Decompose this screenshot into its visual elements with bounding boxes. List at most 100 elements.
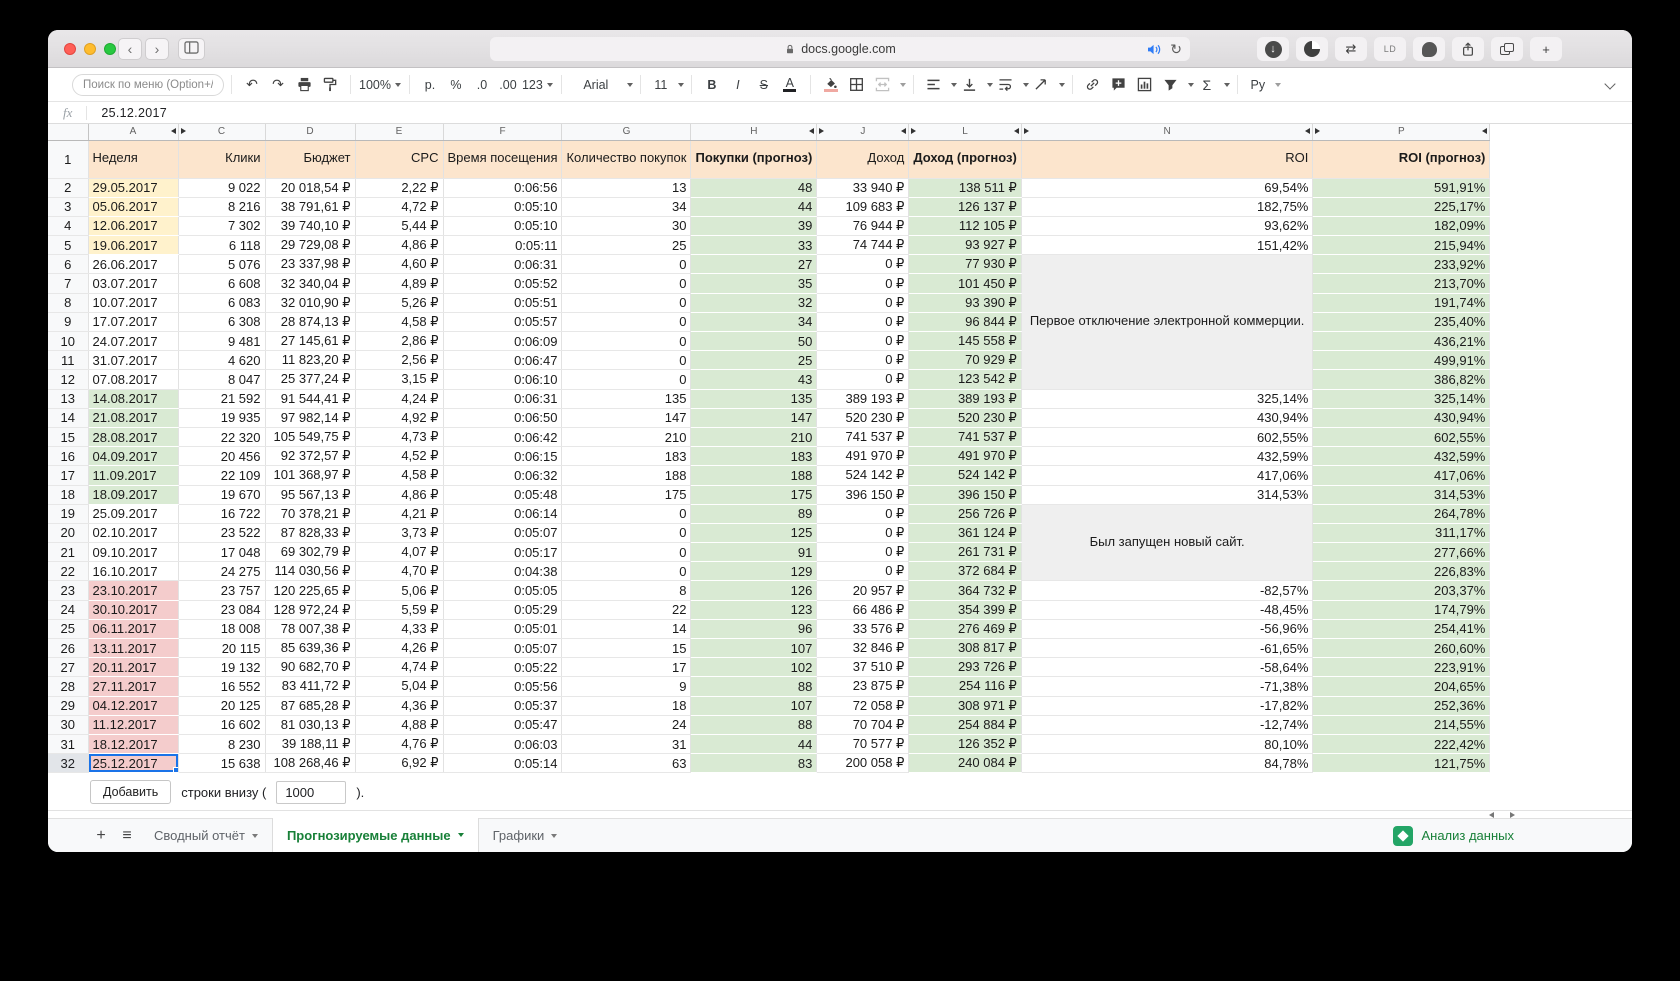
font-size-caret[interactable] (677, 82, 684, 87)
merge-cells-button[interactable] (871, 73, 895, 97)
purchases-forecast-cell[interactable]: 32 (690, 293, 818, 313)
purchases-cell[interactable]: 175 (561, 485, 692, 505)
row-header-31[interactable]: 31 (48, 734, 89, 755)
budget-cell[interactable]: 87 685,28 ₽ (265, 696, 356, 716)
cpc-cell[interactable]: 5,06 ₽ (355, 580, 444, 601)
roi-forecast-cell[interactable]: 602,55% (1312, 427, 1491, 448)
row-header-17[interactable]: 17 (48, 465, 89, 486)
row-header-26[interactable]: 26 (48, 638, 89, 659)
date-cell[interactable]: 23.10.2017 (88, 580, 179, 601)
filter-button[interactable] (1159, 73, 1183, 97)
visit-time-cell[interactable]: 0:05:10 (443, 197, 563, 217)
visit-time-cell[interactable]: 0:05:56 (443, 676, 563, 697)
hidden-column-expand-icon[interactable] (1315, 128, 1321, 135)
scroll-left-icon[interactable] (1489, 812, 1494, 818)
browser-pie-extension-button[interactable] (1296, 37, 1328, 61)
column-header-L[interactable]: L (908, 124, 1022, 141)
row-header-7[interactable]: 7 (48, 273, 89, 294)
purchases-cell[interactable]: 14 (561, 619, 692, 640)
revenue-forecast-cell[interactable]: 361 124 ₽ (908, 523, 1022, 544)
date-cell[interactable]: 29.05.2017 (88, 178, 179, 198)
date-cell[interactable]: 27.11.2017 (88, 676, 179, 697)
vertical-align-button[interactable] (958, 73, 982, 97)
revenue-cell[interactable]: 0 ₽ (816, 273, 910, 294)
roi-forecast-cell[interactable]: 264,78% (1312, 504, 1491, 524)
budget-cell[interactable]: 120 225,65 ₽ (265, 580, 356, 601)
clicks-cell[interactable]: 15 638 (178, 753, 266, 774)
roi-cell[interactable]: 314,53% (1021, 485, 1314, 505)
row-header-16[interactable]: 16 (48, 446, 89, 467)
date-cell[interactable]: 13.11.2017 (88, 638, 179, 659)
revenue-cell[interactable]: 76 944 ₽ (816, 216, 910, 237)
budget-cell[interactable]: 91 544,41 ₽ (265, 389, 356, 409)
purchases-forecast-cell[interactable]: 39 (690, 216, 818, 237)
sidebar-toggle-button[interactable] (178, 38, 205, 60)
header-cell-1[interactable]: Неделя (88, 140, 179, 179)
purchases-cell[interactable]: 9 (561, 676, 692, 697)
date-cell[interactable]: 16.10.2017 (88, 561, 179, 582)
revenue-cell[interactable]: 520 230 ₽ (816, 408, 910, 428)
revenue-forecast-cell[interactable]: 364 732 ₽ (908, 580, 1022, 601)
functions-button[interactable]: Σ (1195, 73, 1219, 97)
clicks-cell[interactable]: 7 302 (178, 216, 266, 237)
clicks-cell[interactable]: 8 216 (178, 197, 266, 217)
revenue-cell[interactable]: 33 940 ₽ (816, 178, 910, 198)
row-header-4[interactable]: 4 (48, 216, 89, 237)
revenue-cell[interactable]: 0 ₽ (816, 331, 910, 352)
revenue-cell[interactable]: 32 846 ₽ (816, 638, 910, 659)
purchases-cell[interactable]: 0 (561, 561, 692, 582)
purchases-forecast-cell[interactable]: 183 (690, 446, 818, 467)
forward-button[interactable]: › (145, 38, 169, 60)
budget-cell[interactable]: 105 549,75 ₽ (265, 427, 356, 448)
visit-time-cell[interactable]: 0:05:37 (443, 696, 563, 716)
borders-button[interactable] (845, 73, 869, 97)
date-cell[interactable]: 17.07.2017 (88, 312, 179, 333)
revenue-forecast-cell[interactable]: 126 137 ₽ (908, 197, 1022, 217)
row-header-2[interactable]: 2 (48, 178, 89, 198)
cpc-cell[interactable]: 4,58 ₽ (355, 465, 444, 486)
roi-cell[interactable]: 69,54% (1021, 178, 1314, 198)
redo-button[interactable]: ↷ (266, 73, 290, 97)
tab-menu-caret[interactable] (457, 833, 464, 837)
budget-cell[interactable]: 20 018,54 ₽ (265, 178, 356, 198)
paint-format-button[interactable] (318, 73, 342, 97)
fullscreen-button[interactable] (104, 43, 116, 55)
font-size-select[interactable]: 11 (649, 73, 673, 97)
roi-forecast-cell[interactable]: 311,17% (1312, 523, 1491, 544)
date-cell[interactable]: 05.06.2017 (88, 197, 179, 217)
visit-time-cell[interactable]: 0:06:42 (443, 427, 563, 448)
roi-cell[interactable]: -61,65% (1021, 638, 1314, 659)
revenue-cell[interactable]: 37 510 ₽ (816, 657, 910, 678)
date-cell[interactable]: 24.07.2017 (88, 331, 179, 352)
address-bar[interactable]: docs.google.com ↻ (490, 37, 1190, 61)
roi-forecast-cell[interactable]: 226,83% (1312, 561, 1491, 582)
revenue-cell[interactable]: 0 ₽ (816, 312, 910, 333)
roi-forecast-cell[interactable]: 235,40% (1312, 312, 1491, 333)
purchases-cell[interactable]: 63 (561, 753, 692, 774)
row-header-12[interactable]: 12 (48, 369, 89, 390)
cpc-cell[interactable]: 4,88 ₽ (355, 715, 444, 735)
selected-cell[interactable]: 25.12.2017 (88, 753, 179, 774)
date-cell[interactable]: 26.06.2017 (88, 254, 179, 275)
revenue-forecast-cell[interactable]: 372 684 ₽ (908, 561, 1022, 582)
share-button[interactable] (1452, 37, 1484, 61)
row-header-28[interactable]: 28 (48, 676, 89, 697)
cpc-cell[interactable]: 4,73 ₽ (355, 427, 444, 448)
clicks-cell[interactable]: 18 008 (178, 619, 266, 640)
cpc-cell[interactable]: 2,56 ₽ (355, 350, 444, 371)
collapse-toolbar-button[interactable] (1604, 78, 1616, 90)
purchases-forecast-cell[interactable]: 35 (690, 273, 818, 294)
hidden-column-expand-icon[interactable] (1482, 128, 1488, 135)
revenue-cell[interactable]: 741 537 ₽ (816, 427, 910, 448)
roi-forecast-cell[interactable]: 182,09% (1312, 216, 1491, 237)
column-header-F[interactable]: F (443, 124, 563, 141)
date-cell[interactable]: 07.08.2017 (88, 369, 179, 390)
roi-forecast-cell[interactable]: 225,17% (1312, 197, 1491, 217)
purchases-forecast-cell[interactable]: 88 (690, 676, 818, 697)
roi-forecast-cell[interactable]: 204,65% (1312, 676, 1491, 697)
formula-bar[interactable]: fx 25.12.2017 (48, 102, 1632, 124)
back-button[interactable]: ‹ (118, 38, 142, 60)
column-header-H[interactable]: H (690, 124, 818, 141)
all-sheets-button[interactable]: ≡ (114, 819, 140, 852)
hidden-column-expand-icon[interactable] (809, 128, 815, 135)
